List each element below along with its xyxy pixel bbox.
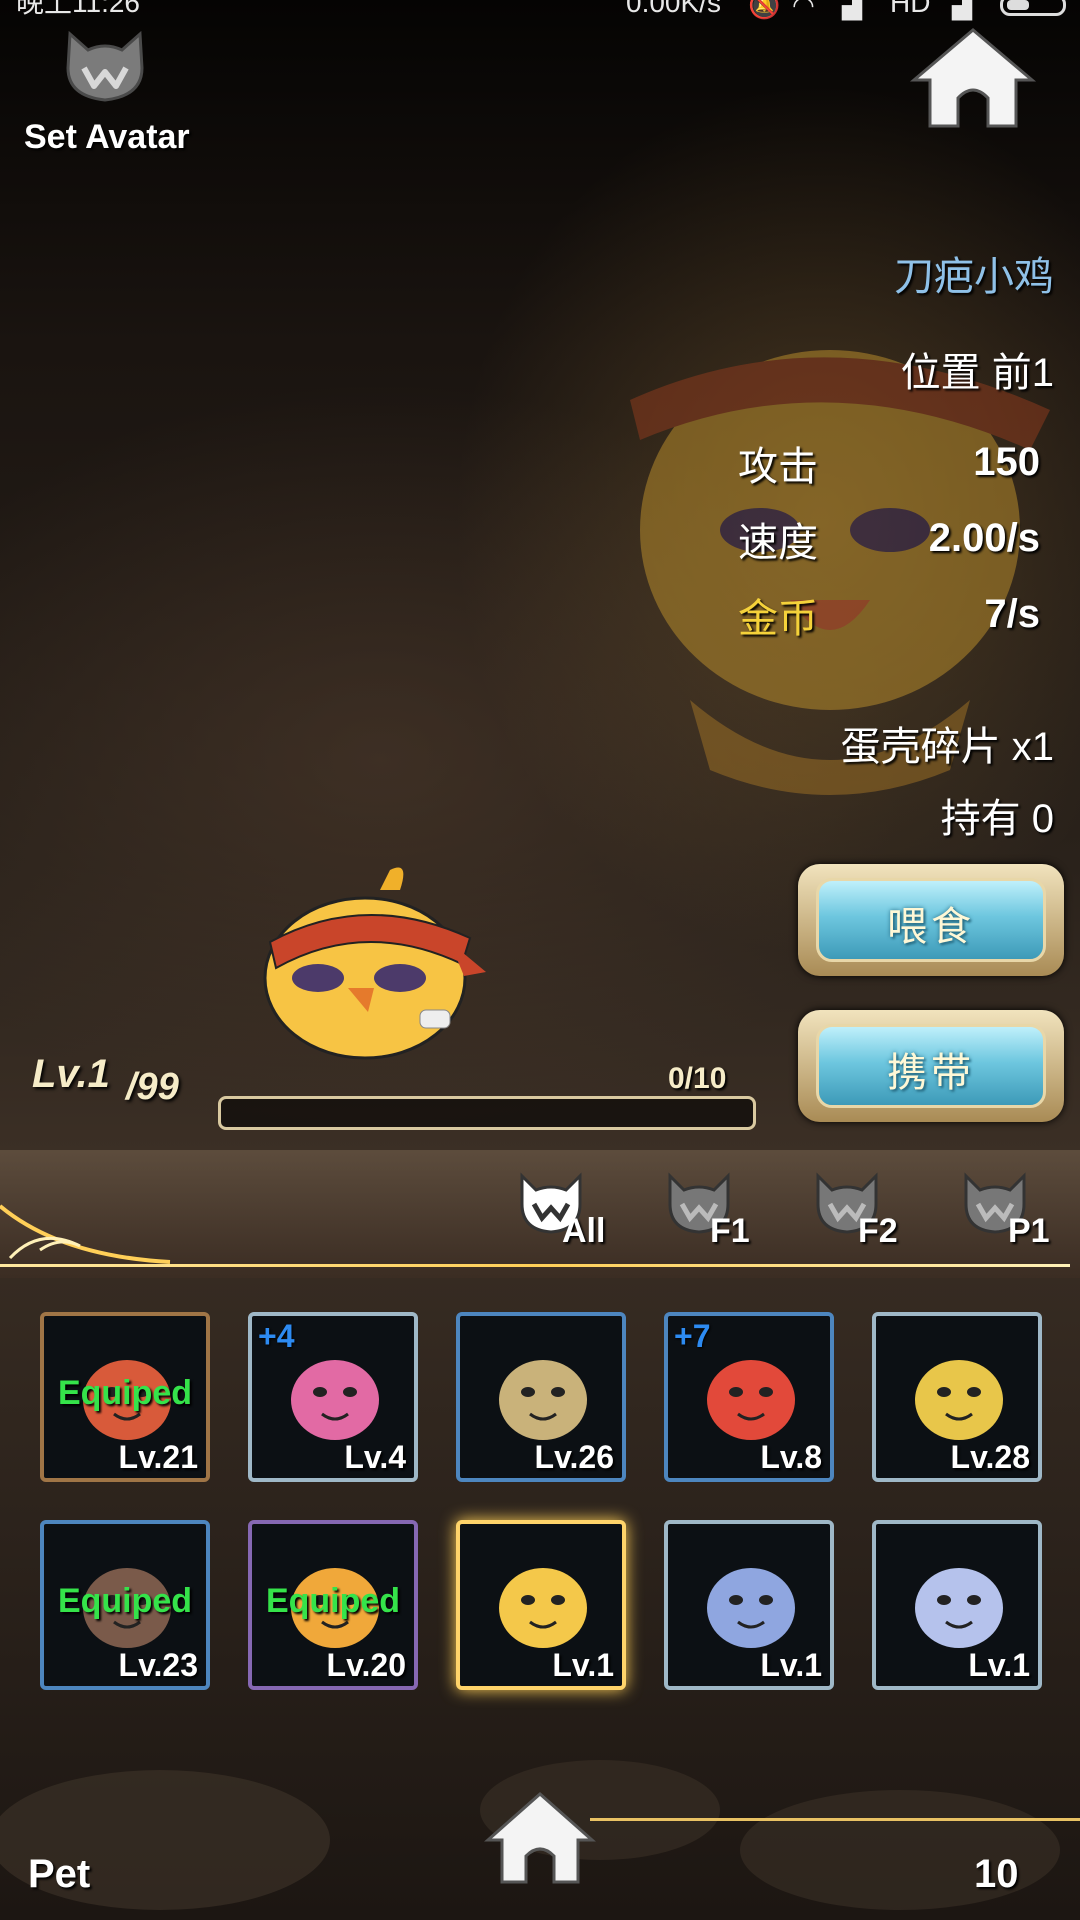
feed-button-label: 喂食 [887, 905, 975, 949]
pet-card-level: Lv.20 [326, 1647, 406, 1683]
signal-icon: ▟ [842, 0, 862, 20]
pet-card-level: Lv.1 [968, 1647, 1030, 1683]
pet-card[interactable]: Lv.26 [456, 1312, 626, 1482]
filter-tab-f1[interactable]: F1 [658, 1168, 768, 1258]
filter-tab-label: All [562, 1212, 606, 1250]
equipped-label: Equiped [57, 1374, 193, 1412]
pet-card-level: Lv.21 [118, 1439, 198, 1475]
equipped-label: Equiped [265, 1582, 401, 1620]
ornament-line-bottom [590, 1818, 1080, 1821]
carry-button[interactable]: 携带 [798, 1010, 1064, 1122]
network-speed: 0.00K/s [626, 0, 721, 18]
avatar-wolf-icon[interactable] [62, 28, 148, 104]
filter-tab-p1[interactable]: P1 [954, 1168, 1064, 1258]
set-avatar-label[interactable]: Set Avatar [24, 118, 190, 157]
speed-value: 2.00/s [928, 516, 1040, 560]
hd-label: HD [890, 0, 931, 18]
attack-value: 150 [973, 440, 1040, 484]
pet-card[interactable]: +4 Lv.4 [248, 1312, 418, 1482]
mute-icon: 🔕 [748, 0, 781, 20]
pet-portrait [499, 1568, 587, 1648]
pet-plus-badge: +4 [258, 1318, 295, 1354]
wifi-icon: ◠ [792, 0, 815, 20]
filter-tab-label: F1 [710, 1212, 750, 1250]
pet-card[interactable]: Equiped Lv.23 [40, 1520, 210, 1690]
pet-card[interactable]: Equiped Lv.20 [248, 1520, 418, 1690]
feed-button[interactable]: 喂食 [798, 864, 1064, 976]
pet-card[interactable]: Lv.1 [664, 1520, 834, 1690]
pet-plus-badge: +7 [674, 1318, 711, 1354]
carry-button-label: 携带 [887, 1051, 975, 1095]
xp-text: 0/10 [668, 1062, 727, 1095]
pet-level: Lv.1 [32, 1052, 110, 1096]
pet-screen: 晚上11:26 0.00K/s 🔕 ◠ ▟ HD ▟ Set Avatar 刀疤… [0, 0, 1080, 1920]
status-bar: 晚上11:26 0.00K/s 🔕 ◠ ▟ HD ▟ [0, 0, 1080, 22]
pet-section-label: Pet [28, 1852, 91, 1896]
pet-card-level: Lv.26 [534, 1439, 614, 1475]
pet-portrait [915, 1568, 1003, 1648]
filter-tab-f2[interactable]: F2 [806, 1168, 916, 1258]
pet-name: 刀疤小鸡 [894, 255, 1054, 299]
pet-level-max: /99 [126, 1066, 179, 1108]
pet-portrait [707, 1568, 795, 1648]
home-icon[interactable] [908, 24, 1038, 132]
filter-tab-label: F2 [858, 1212, 898, 1250]
pet-card[interactable]: Equiped Lv.21 [40, 1312, 210, 1482]
eggshell-shard-count: 蛋壳碎片 x1 [840, 725, 1054, 769]
pet-card-level: Lv.8 [760, 1439, 822, 1475]
pet-portrait [499, 1360, 587, 1440]
selected-pet-chick [263, 867, 486, 1060]
status-time: 晚上11:26 [16, 0, 140, 18]
battery-icon [1000, 0, 1066, 16]
pet-card[interactable]: +7 Lv.8 [664, 1312, 834, 1482]
pet-portrait [915, 1360, 1003, 1440]
pet-count: 10 [974, 1852, 1019, 1896]
attack-label: 攻击 [738, 445, 818, 489]
ornament-line [0, 1264, 1070, 1267]
home-icon-bottom[interactable] [484, 1790, 596, 1886]
pet-card-level: Lv.1 [552, 1647, 614, 1683]
pet-card-level: Lv.1 [760, 1647, 822, 1683]
owned-count: 持有 0 [940, 797, 1054, 841]
pet-card[interactable]: Lv.1 [456, 1520, 626, 1690]
gold-value: 7/s [984, 592, 1040, 636]
xp-progress-bar [218, 1096, 756, 1130]
pet-card[interactable]: Lv.1 [872, 1520, 1042, 1690]
pet-card[interactable]: Lv.28 [872, 1312, 1042, 1482]
speed-label: 速度 [738, 521, 818, 565]
pet-card-level: Lv.28 [950, 1439, 1030, 1475]
pet-card-level: Lv.23 [118, 1647, 198, 1683]
ornament-swirl [0, 1204, 171, 1264]
gold-label: 金币 [738, 597, 818, 641]
pet-position: 位置 前1 [900, 351, 1054, 395]
filter-tab-all[interactable]: All [510, 1168, 620, 1258]
signal-icon-2: ▟ [952, 0, 972, 20]
pet-card-level: Lv.4 [344, 1439, 406, 1475]
filter-tab-label: P1 [1008, 1212, 1050, 1250]
equipped-label: Equiped [57, 1582, 193, 1620]
